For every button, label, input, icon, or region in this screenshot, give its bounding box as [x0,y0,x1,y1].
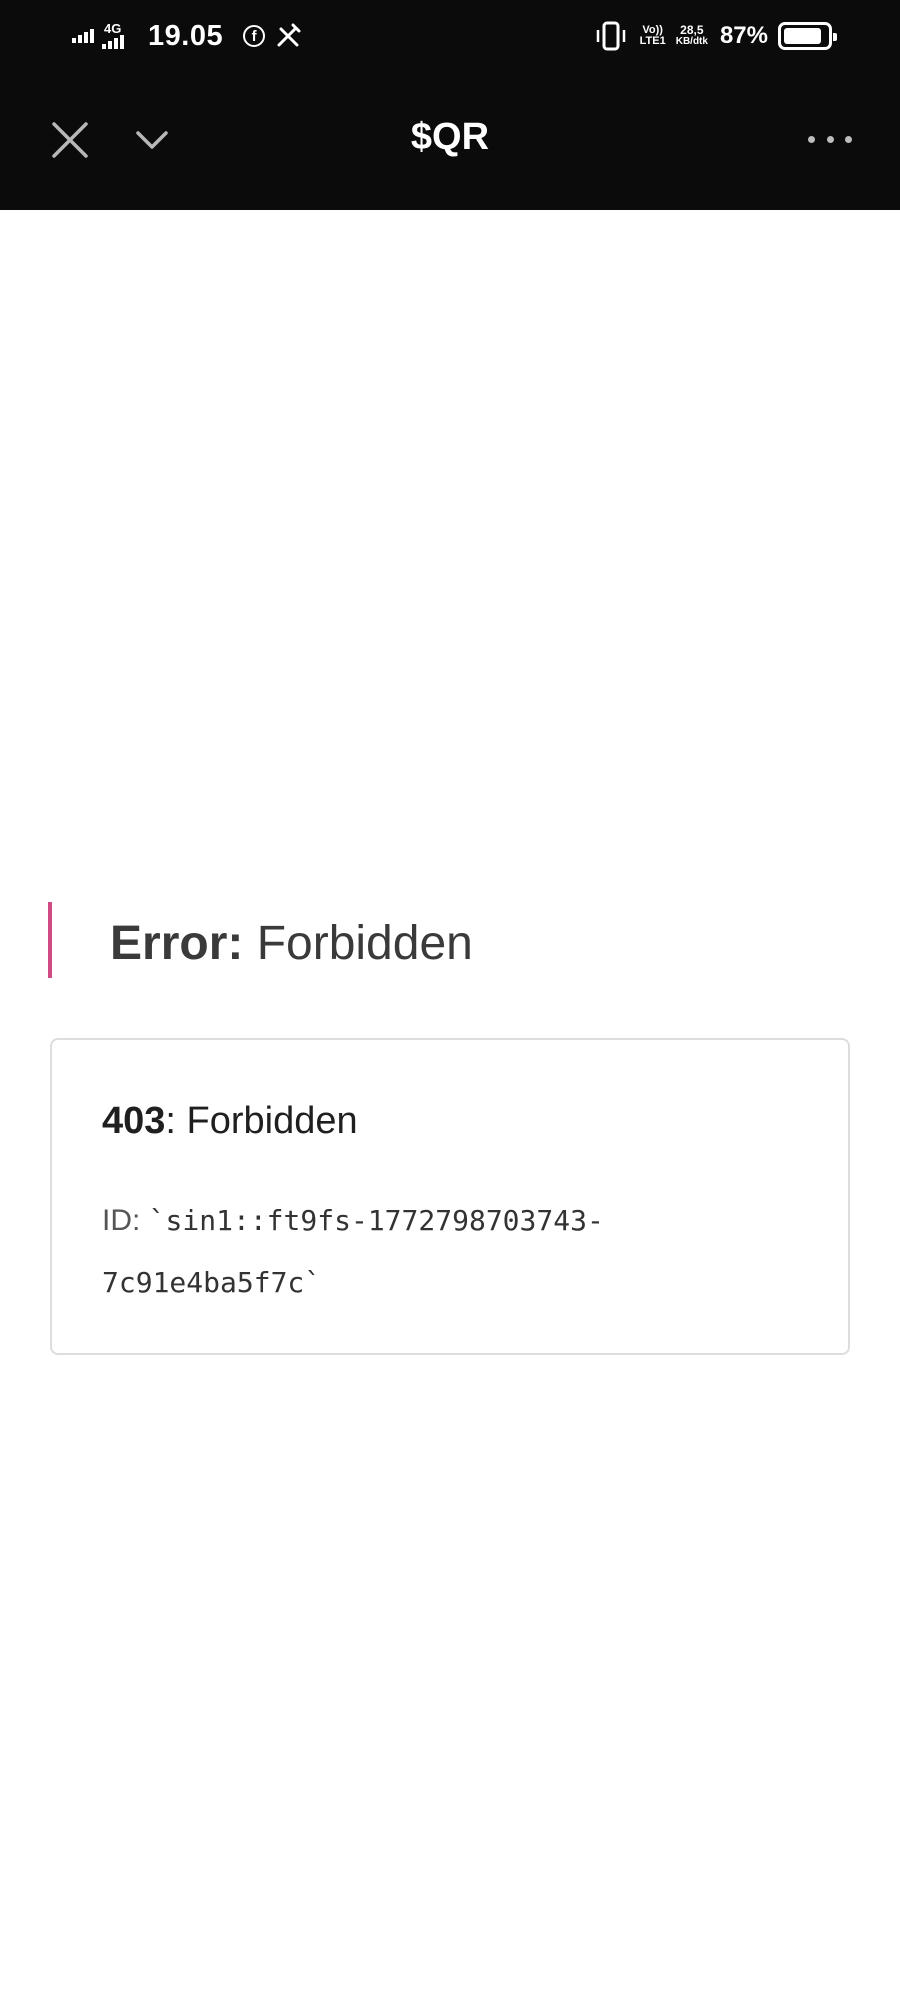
network-speed: 28,5 KB/dtk [676,24,708,48]
error-code-message: : Forbidden [165,1100,358,1142]
speed-unit: KB/dtk [675,36,708,47]
vibrate-icon [596,21,625,51]
battery-percent: 87% [719,22,768,49]
page-title: $QR [410,116,490,158]
status-time: 19.05 [148,19,224,52]
error-code: 403 [102,1100,166,1142]
error-id-value: `sin1::ft9fs-1772798703743-7c91e4ba5f7c` [102,1204,604,1299]
error-id-label: ID: [102,1204,149,1237]
signal-icon [72,29,94,43]
error-id-line: ID: `sin1::ft9fs-1772798703743-7c91e4ba5… [102,1190,802,1314]
error-code-line: 403: Forbidden [102,1100,358,1143]
battery-icon [778,22,837,50]
status-bar-left: 4G 19.05 f [72,18,301,54]
battery-fill [784,28,821,44]
error-title: Error: Forbidden [110,916,473,971]
lte-label: LTE1 [639,35,666,47]
tools-icon [277,23,301,47]
network-type: 4G [104,21,122,36]
signal-4g-icon: 4G [102,21,142,51]
more-icon[interactable] [808,126,852,152]
error-heading: Error: Forbidden [48,902,848,978]
error-details-card: 403: Forbidden ID: `sin1::ft9fs-17727987… [50,1038,850,1355]
error-message: Forbidden [243,917,473,970]
facebook-icon: f [243,25,266,47]
error-label: Error: [110,917,244,970]
speed-value: 28,5 [680,23,704,37]
volte-icon: Vo)) LTE1 [640,25,666,47]
error-accent-bar [48,902,52,978]
status-bar: 4G 19.05 f Vo)) LTE1 28,5 KB/dtk 87% [0,0,900,76]
status-bar-right: Vo)) LTE1 28,5 KB/dtk 87% [594,18,837,54]
